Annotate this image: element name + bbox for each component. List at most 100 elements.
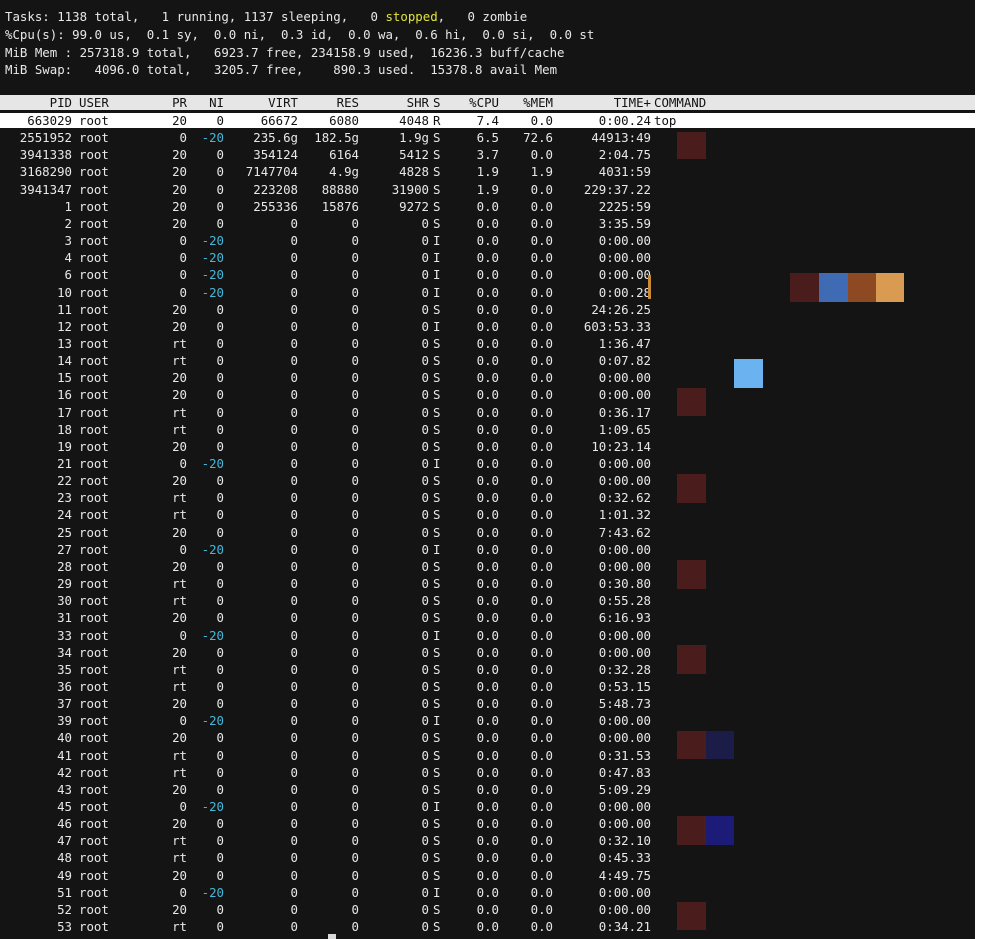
- cell-time: 0:34.21: [598, 919, 651, 935]
- cell-res: 0: [351, 901, 359, 917]
- cell-ni: 0: [216, 370, 224, 386]
- process-row[interactable]: 28 root 20 0 0 0 0 S 0.0 0.0 0:00.00: [0, 559, 975, 574]
- cell-virt: 0: [290, 747, 298, 763]
- cell-mem: 0.0: [530, 730, 553, 746]
- column-header-s: S: [433, 95, 441, 110]
- process-row[interactable]: 11 root 20 0 0 0 0 S 0.0 0.0 24:26.25: [0, 302, 975, 317]
- process-row[interactable]: 21 root 0 -20 0 0 0 I 0.0 0.0 0:00.00: [0, 456, 975, 471]
- process-row[interactable]: 3941347 root 20 0 223208 88880 31900 S 1.9 0.0 229…: [0, 182, 975, 197]
- cell-shr: 0: [421, 730, 429, 746]
- process-row[interactable]: 18 root rt 0 0 0 0 S 0.0 0.0 1:09.65: [0, 422, 975, 437]
- cell-user: root: [79, 318, 109, 334]
- process-row[interactable]: 33 root 0 -20 0 0 0 I 0.0 0.0 0:00.00: [0, 628, 975, 643]
- cell-pid: 24: [57, 507, 72, 523]
- column-header-virt: VIRT: [268, 95, 298, 110]
- process-row[interactable]: 4 root 0 -20 0 0 0 I 0.0 0.0 0:00.00: [0, 250, 975, 265]
- cell-s: S: [433, 353, 441, 369]
- process-row[interactable]: 663029 root 20 0 66672 6080 4048 R 7.4 0.0 0:00.24…: [0, 113, 975, 128]
- process-row[interactable]: 34 root 20 0 0 0 0 S 0.0 0.0 0:00.00: [0, 645, 975, 660]
- cell-mem: 1.9: [530, 164, 553, 180]
- process-row[interactable]: 24 root rt 0 0 0 0 S 0.0 0.0 1:01.32: [0, 507, 975, 522]
- process-row[interactable]: 37 root 20 0 0 0 0 S 0.0 0.0 5:48.73: [0, 696, 975, 711]
- cell-mem: 0.0: [530, 764, 553, 780]
- cell-user: root: [79, 335, 109, 351]
- cell-mem: 0.0: [530, 833, 553, 849]
- process-row[interactable]: 45 root 0 -20 0 0 0 I 0.0 0.0 0:00.00: [0, 799, 975, 814]
- cell-ni: 0: [216, 610, 224, 626]
- cell-pid: 31: [57, 610, 72, 626]
- process-row[interactable]: 29 root rt 0 0 0 0 S 0.0 0.0 0:30.80: [0, 576, 975, 591]
- process-row[interactable]: 13 root rt 0 0 0 0 S 0.0 0.0 1:36.47: [0, 336, 975, 351]
- terminal-window[interactable]: Tasks: 1138 total, 1 running, 1137 sleep…: [0, 0, 975, 939]
- process-row[interactable]: 3941338 root 20 0 354124 6164 5412 S 3.7 0.0 2:04.…: [0, 147, 975, 162]
- cell-ni: 0: [216, 816, 224, 832]
- cell-s: I: [433, 627, 441, 643]
- process-row[interactable]: 16 root 20 0 0 0 0 S 0.0 0.0 0:00.00: [0, 387, 975, 402]
- cell-cpu: 0.0: [476, 404, 499, 420]
- process-row[interactable]: 47 root rt 0 0 0 0 S 0.0 0.0 0:32.10: [0, 833, 975, 848]
- process-row[interactable]: 22 root 20 0 0 0 0 S 0.0 0.0 0:00.00: [0, 473, 975, 488]
- process-row[interactable]: 15 root 20 0 0 0 0 S 0.0 0.0 0:00.00: [0, 370, 975, 385]
- cell-res: 0: [351, 301, 359, 317]
- cell-pid: 17: [57, 404, 72, 420]
- process-row[interactable]: 35 root rt 0 0 0 0 S 0.0 0.0 0:32.28: [0, 662, 975, 677]
- process-row[interactable]: 31 root 20 0 0 0 0 S 0.0 0.0 6:16.93: [0, 610, 975, 625]
- process-row[interactable]: 53 root rt 0 0 0 0 S 0.0 0.0 0:34.21: [0, 919, 975, 934]
- cell-virt: 0: [290, 919, 298, 935]
- cell-pr: 20: [172, 387, 187, 403]
- cell-ni: 0: [216, 593, 224, 609]
- process-row[interactable]: 41 root rt 0 0 0 0 S 0.0 0.0 0:31.53: [0, 748, 975, 763]
- cell-shr: 0: [421, 267, 429, 283]
- cell-cpu: 0.0: [476, 867, 499, 883]
- process-row[interactable]: 25 root 20 0 0 0 0 S 0.0 0.0 7:43.62: [0, 525, 975, 540]
- process-row[interactable]: 49 root 20 0 0 0 0 S 0.0 0.0 4:49.75: [0, 868, 975, 883]
- cell-res: 0: [351, 833, 359, 849]
- process-row[interactable]: 14 root rt 0 0 0 0 S 0.0 0.0 0:07.82: [0, 353, 975, 368]
- cell-time: 44913:49: [591, 130, 651, 146]
- cell-user: root: [79, 764, 109, 780]
- cell-user: root: [79, 181, 109, 197]
- cell-time: 0:00.28: [598, 284, 651, 300]
- process-row[interactable]: 30 root rt 0 0 0 0 S 0.0 0.0 0:55.28: [0, 593, 975, 608]
- cell-virt: 0: [290, 370, 298, 386]
- process-row[interactable]: 2 root 20 0 0 0 0 S 0.0 0.0 3:35.59: [0, 216, 975, 231]
- process-row[interactable]: 52 root 20 0 0 0 0 S 0.0 0.0 0:00.00: [0, 902, 975, 917]
- process-row[interactable]: 51 root 0 -20 0 0 0 I 0.0 0.0 0:00.00: [0, 885, 975, 900]
- cell-mem: 0.0: [530, 627, 553, 643]
- process-row[interactable]: 46 root 20 0 0 0 0 S 0.0 0.0 0:00.00: [0, 816, 975, 831]
- process-row[interactable]: 27 root 0 -20 0 0 0 I 0.0 0.0 0:00.00: [0, 542, 975, 557]
- cell-time: 2225:59: [598, 198, 651, 214]
- cell-time: 0:00.00: [598, 473, 651, 489]
- process-row[interactable]: 39 root 0 -20 0 0 0 I 0.0 0.0 0:00.00: [0, 713, 975, 728]
- cell-cpu: 0.0: [476, 661, 499, 677]
- process-row[interactable]: 43 root 20 0 0 0 0 S 0.0 0.0 5:09.29: [0, 782, 975, 797]
- cell-shr: 0: [421, 678, 429, 694]
- cell-pid: 49: [57, 867, 72, 883]
- cell-res: 0: [351, 353, 359, 369]
- process-row[interactable]: 12 root 20 0 0 0 0 I 0.0 0.0 603:53.33: [0, 319, 975, 334]
- cell-cpu: 0.0: [476, 644, 499, 660]
- cell-mem: 0.0: [530, 113, 553, 128]
- cell-s: S: [433, 524, 441, 540]
- process-row[interactable]: 42 root rt 0 0 0 0 S 0.0 0.0 0:47.83: [0, 765, 975, 780]
- process-row[interactable]: 48 root rt 0 0 0 0 S 0.0 0.0 0:45.33: [0, 850, 975, 865]
- process-row[interactable]: 1 root 20 0 255336 15876 9272 S 0.0 0.0 2225:59: [0, 199, 975, 214]
- process-row[interactable]: 3 root 0 -20 0 0 0 I 0.0 0.0 0:00.00: [0, 233, 975, 248]
- process-row[interactable]: 19 root 20 0 0 0 0 S 0.0 0.0 10:23.14: [0, 439, 975, 454]
- cell-pr: 0: [179, 541, 187, 557]
- process-row[interactable]: 2551952 root 0 -20 235.6g 182.5g 1.9g S 6.5 72.6 4…: [0, 130, 975, 145]
- process-row[interactable]: 17 root rt 0 0 0 0 S 0.0 0.0 0:36.17: [0, 405, 975, 420]
- cell-s: S: [433, 335, 441, 351]
- process-row[interactable]: 23 root rt 0 0 0 0 S 0.0 0.0 0:32.62: [0, 490, 975, 505]
- cell-mem: 0.0: [530, 901, 553, 917]
- cell-pid: 3168290: [19, 164, 72, 180]
- process-row[interactable]: 3168290 root 20 0 7147704 4.9g 4828 S 1.9 1.9 4031…: [0, 164, 975, 179]
- process-row[interactable]: 36 root rt 0 0 0 0 S 0.0 0.0 0:53.15: [0, 679, 975, 694]
- cell-res: 0: [351, 473, 359, 489]
- cell-shr: 0: [421, 661, 429, 677]
- column-header-ni: NI: [209, 95, 224, 110]
- process-row[interactable]: 40 root 20 0 0 0 0 S 0.0 0.0 0:00.00: [0, 730, 975, 745]
- cell-user: root: [79, 490, 109, 506]
- cell-shr: 0: [421, 593, 429, 609]
- cell-virt: 7147704: [245, 164, 298, 180]
